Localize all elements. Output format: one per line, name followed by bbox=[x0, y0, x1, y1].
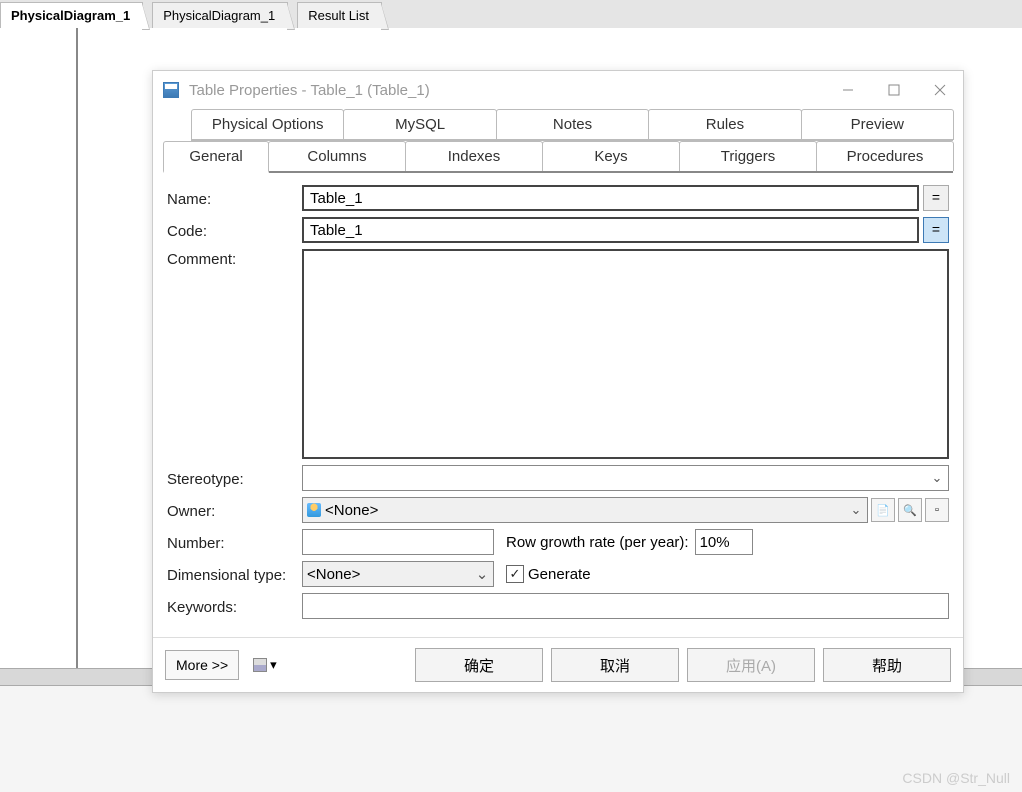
tab-preview[interactable]: Preview bbox=[801, 109, 954, 140]
owner-label: Owner: bbox=[167, 501, 302, 520]
chevron-down-icon: ▾ bbox=[270, 657, 277, 673]
bg-tab-2[interactable]: Result List bbox=[297, 2, 382, 28]
generate-checkbox[interactable] bbox=[506, 565, 524, 583]
rowgrowth-input[interactable] bbox=[695, 529, 753, 555]
table-properties-dialog: Table Properties - Table_1 (Table_1) Phy… bbox=[152, 70, 964, 693]
dialog-tab-row-1: Physical Options MySQL Notes Rules Previ… bbox=[191, 109, 953, 141]
generate-label: Generate bbox=[528, 566, 591, 583]
background-ruler bbox=[0, 28, 78, 668]
comment-label: Comment: bbox=[167, 249, 302, 268]
dimtype-label: Dimensional type: bbox=[167, 565, 302, 584]
name-input[interactable] bbox=[302, 185, 919, 211]
help-button[interactable]: 帮助 bbox=[823, 648, 951, 682]
tab-notes[interactable]: Notes bbox=[496, 109, 649, 140]
owner-create-button[interactable]: ▫ bbox=[925, 498, 949, 522]
dialog-title: Table Properties - Table_1 (Table_1) bbox=[189, 82, 825, 99]
background-tab-bar: PhysicalDiagram_1 PhysicalDiagram_1 Resu… bbox=[0, 0, 1022, 28]
number-label: Number: bbox=[167, 533, 302, 552]
cancel-button[interactable]: 取消 bbox=[551, 648, 679, 682]
general-form: Name: = Code: = Comment: Stereotype: ⌄ O… bbox=[153, 173, 963, 637]
dialog-footer: More >> ▾ 确定 取消 应用(A) 帮助 bbox=[153, 637, 963, 692]
chevron-down-icon: ⌄ bbox=[930, 470, 944, 486]
tab-mysql[interactable]: MySQL bbox=[343, 109, 496, 140]
tab-keys[interactable]: Keys bbox=[542, 141, 680, 171]
menu-icon bbox=[253, 658, 267, 672]
dialog-tab-row-2: General Columns Indexes Keys Triggers Pr… bbox=[163, 141, 953, 173]
number-input[interactable] bbox=[302, 529, 494, 555]
bg-tab-0[interactable]: PhysicalDiagram_1 bbox=[0, 2, 143, 28]
tab-general[interactable]: General bbox=[163, 141, 269, 173]
user-icon bbox=[307, 503, 321, 517]
watermark: CSDN @Str_Null bbox=[902, 770, 1010, 786]
tab-physical-options[interactable]: Physical Options bbox=[191, 109, 344, 140]
rowgrowth-label: Row growth rate (per year): bbox=[506, 534, 689, 551]
stereotype-label: Stereotype: bbox=[167, 469, 302, 488]
owner-select[interactable]: <None> ⌄ bbox=[302, 497, 868, 523]
tab-columns[interactable]: Columns bbox=[268, 141, 406, 171]
tab-indexes[interactable]: Indexes bbox=[405, 141, 543, 171]
dimtype-value: <None> bbox=[307, 566, 475, 583]
comment-textarea[interactable] bbox=[302, 249, 949, 459]
apply-button[interactable]: 应用(A) bbox=[687, 648, 815, 682]
name-label: Name: bbox=[167, 189, 302, 208]
dimtype-select[interactable]: <None> ⌄ bbox=[302, 561, 494, 587]
code-label: Code: bbox=[167, 221, 302, 240]
chevron-down-icon: ⌄ bbox=[475, 565, 489, 583]
menu-dropdown-button[interactable]: ▾ bbox=[247, 653, 283, 677]
ok-button[interactable]: 确定 bbox=[415, 648, 543, 682]
name-sync-button[interactable]: = bbox=[923, 185, 949, 211]
code-input[interactable] bbox=[302, 217, 919, 243]
tab-triggers[interactable]: Triggers bbox=[679, 141, 817, 171]
owner-browse-button[interactable]: 📄 bbox=[871, 498, 895, 522]
owner-value: <None> bbox=[325, 502, 849, 519]
close-button[interactable] bbox=[917, 74, 963, 106]
owner-properties-button[interactable]: 🔍 bbox=[898, 498, 922, 522]
stereotype-select[interactable]: ⌄ bbox=[302, 465, 949, 491]
minimize-button[interactable] bbox=[825, 74, 871, 106]
keywords-input[interactable] bbox=[302, 593, 949, 619]
more-button[interactable]: More >> bbox=[165, 650, 239, 680]
tab-rules[interactable]: Rules bbox=[648, 109, 801, 140]
code-sync-button[interactable]: = bbox=[923, 217, 949, 243]
table-icon bbox=[163, 82, 179, 98]
keywords-label: Keywords: bbox=[167, 597, 302, 616]
bg-tab-1[interactable]: PhysicalDiagram_1 bbox=[152, 2, 288, 28]
dialog-titlebar: Table Properties - Table_1 (Table_1) bbox=[153, 71, 963, 109]
maximize-button[interactable] bbox=[871, 74, 917, 106]
tab-procedures[interactable]: Procedures bbox=[816, 141, 954, 171]
chevron-down-icon: ⌄ bbox=[849, 502, 863, 518]
